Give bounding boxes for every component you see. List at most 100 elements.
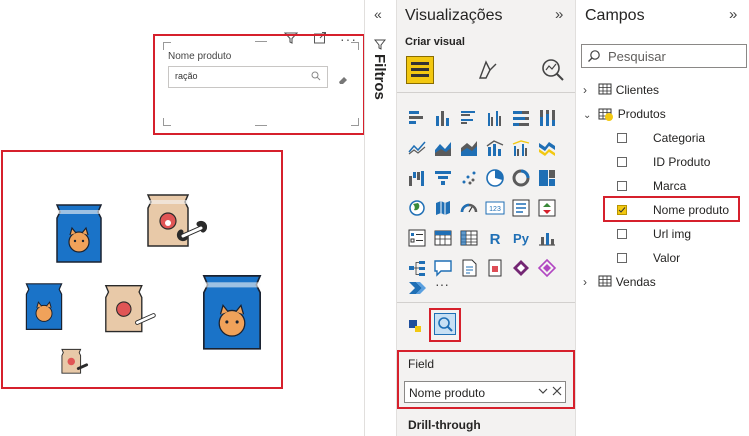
table-row-produtos[interactable]: ⌄ Produtos: [583, 105, 666, 123]
line-and-column-chart-icon[interactable]: [485, 138, 505, 158]
field-row-marca[interactable]: Marca: [617, 177, 745, 195]
slicer-icon[interactable]: [407, 228, 427, 248]
cat-food-bag-image: [55, 204, 103, 263]
paginated-report-icon[interactable]: [485, 258, 505, 278]
eraser-icon[interactable]: [337, 72, 349, 90]
map-icon[interactable]: [407, 198, 427, 218]
build-visual-tab-icon[interactable]: [406, 56, 434, 84]
table-icon: [598, 83, 612, 95]
ribbon-chart-icon[interactable]: [537, 138, 557, 158]
100-stacked-bar-chart-icon[interactable]: [511, 108, 531, 128]
visualizations-pane: Visualizações » Criar visual 123 R Py ··…: [396, 0, 576, 436]
chevron-right-icon[interactable]: ›: [583, 81, 595, 99]
clustered-bar-chart-icon[interactable]: [459, 108, 479, 128]
waterfall-chart-icon[interactable]: [407, 168, 427, 188]
100-stacked-column-chart-icon[interactable]: [537, 108, 557, 128]
chevron-down-icon[interactable]: [537, 384, 549, 403]
treemap-icon[interactable]: [537, 168, 557, 188]
build-visual-label: Criar visual: [405, 36, 465, 48]
table-name: Clientes: [615, 83, 660, 97]
stacked-column-chart-icon[interactable]: [433, 108, 453, 128]
field-well-pill[interactable]: Nome produto: [404, 381, 566, 403]
filters-pane-collapsed[interactable]: « Filtros: [365, 0, 395, 436]
field-name: Url img: [653, 227, 691, 241]
stacked-area-chart-icon[interactable]: [459, 138, 479, 158]
table-row-vendas[interactable]: › Vendas: [583, 273, 656, 291]
chevron-down-icon[interactable]: ⌄: [583, 107, 595, 125]
field-checkbox[interactable]: [617, 157, 627, 167]
chevron-right-icon[interactable]: »: [555, 6, 563, 23]
field-checkbox[interactable]: [617, 253, 627, 263]
analytics-tab-icon[interactable]: [540, 57, 566, 88]
chevron-right-icon[interactable]: ›: [583, 273, 595, 291]
field-name: Nome produto: [653, 203, 730, 217]
stacked-bar-chart-icon[interactable]: [407, 108, 427, 128]
field-row-nome-produto[interactable]: Nome produto: [617, 201, 745, 219]
area-chart-icon[interactable]: [433, 138, 453, 158]
slicer-visual[interactable]: Nome produto ração: [163, 41, 359, 126]
resize-handle[interactable]: [255, 41, 267, 42]
product-image-grid[interactable]: [0, 150, 284, 390]
field-checkbox[interactable]: [617, 229, 627, 239]
dog-food-bag-image: [104, 285, 156, 333]
visualizations-title: Visualizações: [405, 7, 503, 24]
search-icon: [311, 71, 321, 83]
power-automate-icon[interactable]: [537, 258, 557, 278]
line-and-clustered-column-icon[interactable]: [511, 138, 531, 158]
kpi-icon[interactable]: [537, 198, 557, 218]
table-icon: [598, 107, 614, 121]
decomposition-tree-icon[interactable]: [407, 258, 427, 278]
field-row-url-img[interactable]: Url img: [617, 225, 745, 243]
power-automate-flow-icon[interactable]: [407, 278, 427, 298]
line-chart-icon[interactable]: [407, 138, 427, 158]
field-name: Valor: [653, 251, 681, 265]
scatter-chart-icon[interactable]: [459, 168, 479, 188]
smart-narrative-icon[interactable]: [459, 258, 479, 278]
field-row-categoria[interactable]: Categoria: [617, 129, 745, 147]
card-icon[interactable]: 123: [485, 198, 505, 218]
chevron-right-icon[interactable]: »: [729, 6, 737, 23]
more-visuals-icon[interactable]: ···: [435, 276, 449, 292]
chevron-left-icon[interactable]: «: [374, 6, 382, 22]
key-influencers-icon[interactable]: [537, 228, 557, 248]
fields-pane: Campos » Pesquisar › Clientes ⌄ Produtos…: [577, 0, 749, 436]
clustered-column-chart-icon[interactable]: [485, 108, 505, 128]
slicer-search-input[interactable]: ração: [168, 66, 328, 88]
svg-text:123: 123: [489, 206, 501, 213]
table-name: Vendas: [615, 275, 656, 289]
funnel-chart-icon[interactable]: [433, 168, 453, 188]
gauge-icon[interactable]: [459, 198, 479, 218]
donut-chart-icon[interactable]: [511, 168, 531, 188]
field-row-id-produto[interactable]: ID Produto: [617, 153, 745, 171]
field-name: Categoria: [653, 131, 706, 145]
power-apps-icon[interactable]: [511, 258, 531, 278]
pie-chart-icon[interactable]: [485, 168, 505, 188]
field-name: ID Produto: [653, 155, 711, 169]
format-visual-tab-icon[interactable]: [476, 58, 500, 87]
python-visual-icon[interactable]: Py: [511, 228, 531, 248]
fields-search-box[interactable]: Pesquisar: [581, 44, 747, 68]
field-checkbox[interactable]: [617, 181, 627, 191]
multi-row-card-icon[interactable]: [511, 198, 531, 218]
resize-handle[interactable]: [163, 42, 171, 50]
qa-visual-icon[interactable]: [433, 258, 453, 278]
matrix-icon[interactable]: [459, 228, 479, 248]
custom-visual-icon[interactable]: [407, 318, 423, 339]
table-icon[interactable]: [433, 228, 453, 248]
resize-handle[interactable]: [351, 42, 359, 50]
slicer-search-value: ração: [175, 71, 198, 81]
field-row-valor[interactable]: Valor: [617, 249, 745, 267]
svg-text:R: R: [490, 231, 501, 248]
field-checkbox[interactable]: [617, 133, 627, 143]
cat-food-bag-image: [202, 275, 262, 350]
report-canvas: ··· Nome produto ração: [0, 0, 365, 436]
resize-handle[interactable]: [163, 118, 171, 126]
resize-handle[interactable]: [351, 118, 359, 126]
filled-map-icon[interactable]: [433, 198, 453, 218]
table-row-clientes[interactable]: › Clientes: [583, 81, 659, 99]
image-grid-visual-icon[interactable]: [434, 313, 456, 335]
resize-handle[interactable]: [255, 125, 267, 126]
r-script-visual-icon[interactable]: R: [485, 228, 505, 248]
close-icon[interactable]: [551, 384, 563, 403]
field-checkbox-checked[interactable]: [617, 205, 627, 215]
